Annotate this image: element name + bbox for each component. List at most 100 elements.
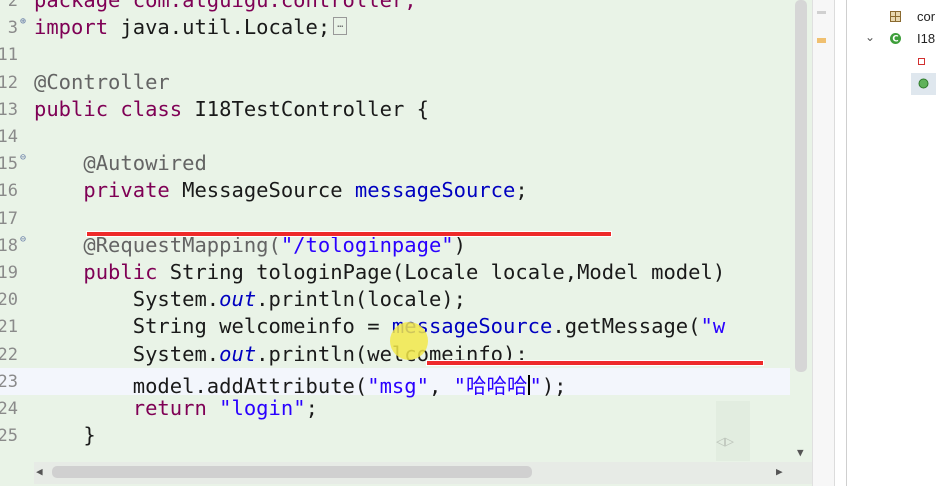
overview-ruler[interactable] [812,0,835,486]
code-line[interactable]: 16 private MessageSource messageSource; [0,177,812,204]
chevron-down-icon[interactable]: ⌄ [865,30,875,44]
code-line[interactable]: 24 return "login"; [0,395,812,422]
code-line[interactable]: 17 [0,205,812,232]
code-text[interactable]: @Controller [34,70,170,94]
code-token: .getMessage( [552,314,701,339]
code-token: .println(locale); [256,287,466,312]
code-text[interactable]: import java.util.Locale;… [34,15,348,40]
svg-text:C: C [892,35,898,45]
code-token: messageSource [354,178,516,203]
code-text[interactable]: private MessageSource messageSource; [34,178,528,203]
code-line[interactable]: 23 model.addAttribute("msg", "哈哈哈"); [0,367,812,398]
code-line[interactable]: 11 [0,41,812,68]
line-number: 15 [0,154,18,175]
line-number: 11 [0,45,18,66]
scroll-left-arrow-icon[interactable]: ◀ [36,465,43,478]
code-text[interactable]: System.out.println(locale); [34,287,466,311]
code-token: String welcomeinfo = [34,314,392,339]
line-number: 20 [0,290,18,311]
line-number: 16 [0,181,18,202]
outline-item-label: I18 [917,31,936,46]
red-underline-annotation [426,360,764,366]
text-caret [527,374,530,395]
scroll-right-arrow-icon[interactable]: ▶ [776,465,783,478]
code-token: @Controller [34,69,170,94]
code-token: class [120,96,183,121]
code-token: System. [34,341,220,366]
code-token: ; [305,396,318,420]
code-text[interactable]: return "login"; [34,396,318,420]
code-text[interactable]: public String tologinPage(Locale locale,… [34,260,725,284]
mouse-cursor-highlight [390,322,428,360]
ruler-marker[interactable] [817,11,826,14]
code-token: private [83,178,170,203]
code-line[interactable]: 13 public class I18TestController { [0,96,812,123]
code-token: public [83,260,158,284]
line-number: 19 [0,263,18,283]
code-line[interactable]: 12 @Controller [0,69,812,96]
code-editor[interactable]: 2 package com.atguigu.controller; 3 ⊕ import… [0,0,812,486]
code-token: return [132,396,207,420]
private-field-icon [918,58,925,65]
scroll-down-arrow-icon[interactable]: ▼ [797,446,804,459]
class-icon: C [890,33,901,45]
code-line[interactable]: 14 [0,123,812,150]
red-underline-annotation [86,231,612,237]
package-icon [890,11,901,22]
line-number: 23 [0,371,18,392]
code-token: out [219,341,257,366]
code-token: ; [515,178,528,203]
line-number: 24 [0,399,18,419]
code-token: } [34,423,96,448]
code-token: @Autowired [34,151,207,176]
line-number: 2 [7,0,18,11]
code-line[interactable]: 15 ⊖ @Autowired [0,150,812,177]
navigation-arrows-icon: ◁▷ [716,432,735,450]
code-token: import [34,15,109,40]
line-number: 21 [0,317,18,338]
code-token: "login" [219,396,306,420]
code-text[interactable]: public class I18TestController { [34,97,429,121]
code-text[interactable]: package com.atguigu.controller; [34,0,417,12]
code-token: public [34,96,109,121]
line-number: 3 [7,18,18,39]
collapse-fold-icon[interactable]: ⊖ [20,153,30,163]
code-token: out [219,287,257,312]
outline-item-label: cor [917,9,936,24]
line-number: 17 [0,208,18,229]
code-line[interactable]: 25 } [0,422,812,449]
code-text[interactable]: String welcomeinfo = messageSource.getMe… [34,314,725,338]
code-token: MessageSource [169,178,355,203]
outline-item-method-selected[interactable] [911,73,936,95]
code-text[interactable]: } [34,423,96,448]
code-token: "w [700,314,726,339]
quick-diff-hint-box [716,401,750,461]
code-line[interactable]: 20 System.out.println(locale); [0,286,812,313]
line-number: 22 [0,344,18,365]
horizontal-scrollbar-thumb[interactable] [52,466,532,478]
line-number: 18 [0,235,18,256]
ruler-warning-marker[interactable] [817,38,826,43]
expand-fold-icon[interactable]: ⊕ [20,17,30,27]
collapsed-imports-icon[interactable]: … [333,17,348,36]
code-line[interactable]: 19 public String tologinPage(Locale loca… [0,259,812,286]
method-icon [918,78,929,89]
vertical-scrollbar-thumb[interactable] [795,0,807,372]
outline-panel: cor ⌄ C I18 [846,0,936,486]
code-token: String tologinPage(Locale locale,Model m… [157,260,726,284]
code-line[interactable]: 3 ⊕ import java.util.Locale;… [0,14,812,41]
line-number: 13 [0,99,18,120]
line-number: 14 [0,127,18,147]
code-token: java.util.Locale; [108,15,331,40]
line-number: 25 [0,426,18,447]
code-token: System. [34,287,220,312]
collapse-fold-icon[interactable]: ⊖ [20,234,30,245]
line-number: 12 [0,72,18,93]
code-line[interactable]: 2 package com.atguigu.controller; [0,0,812,14]
code-text[interactable]: @Autowired [34,151,207,176]
